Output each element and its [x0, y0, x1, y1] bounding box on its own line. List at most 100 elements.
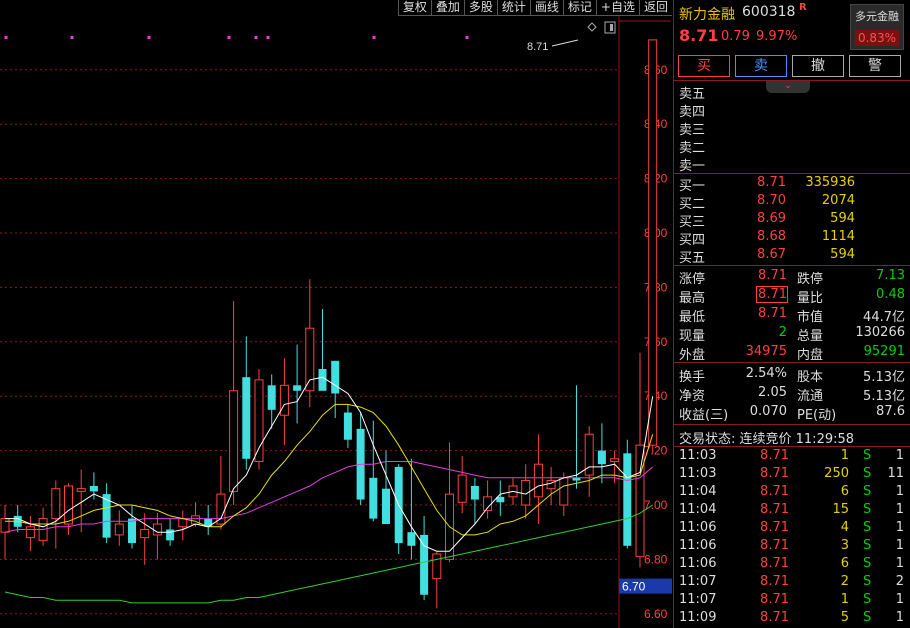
- stat-value: 44.7亿: [863, 310, 905, 325]
- sector-change-pct: 0.83%: [855, 30, 899, 46]
- tick-count: 1: [895, 520, 904, 535]
- tick-count: 1: [895, 484, 904, 499]
- stat-row: 换手 2.54% 股本 5.13亿: [679, 366, 907, 385]
- bid-row: 买四 8.68 1114: [679, 229, 907, 248]
- candle-body: [254, 379, 264, 462]
- toolbar-button-2[interactable]: 多股: [463, 0, 497, 16]
- ask-row: 卖一: [679, 155, 907, 174]
- bid-price: 8.71: [757, 175, 786, 190]
- bid-volume: 594: [830, 211, 855, 226]
- candle-body: [635, 444, 645, 558]
- tick-time: 11:06: [679, 538, 717, 553]
- stat-label: 最高: [679, 291, 706, 306]
- candle-body: [89, 485, 98, 492]
- ask-row: 卖三: [679, 119, 907, 138]
- tick-row: 11:09 8.71 5 S 1: [679, 610, 907, 628]
- tick-price: 8.71: [760, 466, 789, 481]
- kline-chart-area[interactable]: 8.608.408.208.007.807.607.407.207.006.80…: [0, 0, 672, 628]
- toolbar-button-1[interactable]: 叠加: [430, 0, 464, 16]
- panel-toggle-icon-bar: [610, 24, 613, 31]
- candle-body: [178, 518, 188, 528]
- candle-body: [623, 453, 632, 546]
- ask-row: 卖四: [679, 101, 907, 120]
- trade-buttons: 买 卖 撤 警: [678, 55, 901, 77]
- event-marker: [70, 36, 74, 39]
- candle-body: [420, 534, 429, 595]
- trade-status: 交易状态: 连续竞价 11:29:58: [679, 432, 855, 447]
- stat-value: 8.71: [756, 286, 788, 303]
- toolbar-button-7[interactable]: 返回: [638, 0, 672, 16]
- stat-value: 87.6: [876, 404, 905, 419]
- bid-label: 买一: [679, 179, 706, 194]
- bid-volume: 1114: [821, 229, 855, 244]
- stat-value: 5.13亿: [863, 370, 905, 385]
- stat-label: 内盘: [797, 348, 824, 363]
- stock-name[interactable]: 新力金融: [679, 4, 735, 24]
- last-price: 8.71: [679, 26, 719, 45]
- stat-label: 最低: [679, 310, 706, 325]
- tick-count: 1: [895, 448, 904, 463]
- stat-value: 0.48: [876, 287, 905, 302]
- stat-label: 收益(三): [679, 408, 729, 423]
- tick-price: 8.71: [760, 520, 789, 535]
- ask-label: 卖四: [679, 105, 706, 120]
- tick-time: 11:07: [679, 574, 717, 589]
- toolbar-button-3[interactable]: 统计: [496, 0, 530, 16]
- tick-time: 11:09: [679, 610, 717, 625]
- stat-value: 7.13: [876, 268, 905, 283]
- toolbar-button-4[interactable]: 画线: [529, 0, 563, 16]
- candle-body: [216, 493, 226, 525]
- stat-row: 外盘 34975 内盘 95291: [679, 344, 907, 363]
- y-tick-label: 6.60: [644, 607, 668, 621]
- candle-body: [331, 360, 340, 394]
- event-marker: [254, 36, 258, 39]
- bid-label: 买三: [679, 215, 706, 230]
- tick-count: 1: [895, 556, 904, 571]
- divider: [674, 424, 910, 425]
- toolbar-button-6[interactable]: +自选: [595, 0, 639, 16]
- toolbar-button-5[interactable]: 标记: [562, 0, 596, 16]
- tick-price: 8.71: [760, 502, 789, 517]
- stat-row: 净资 2.05 流通 5.13亿: [679, 385, 907, 404]
- candle-body: [533, 463, 543, 498]
- tick-time: 11:06: [679, 520, 717, 535]
- divider: [674, 446, 910, 447]
- candle-body: [432, 553, 442, 579]
- sell-button[interactable]: 卖: [735, 55, 787, 77]
- stat-label: 流通: [797, 389, 824, 404]
- margin-mark: R: [799, 2, 807, 13]
- bid-label: 买五: [679, 251, 706, 266]
- stat-label: 股本: [797, 370, 824, 385]
- candle-body: [382, 488, 390, 525]
- alert-button[interactable]: 警: [849, 55, 901, 77]
- ask-label: 卖三: [679, 123, 706, 138]
- candle-body: [279, 384, 289, 416]
- sector-box[interactable]: 多元金融 0.83%: [850, 4, 904, 50]
- event-marker: [465, 36, 469, 39]
- divider: [674, 265, 910, 266]
- stat-label: 市值: [797, 310, 824, 325]
- stat-label: PE(动): [797, 408, 837, 423]
- candle-body: [229, 390, 239, 492]
- sector-name: 多元金融: [855, 10, 899, 23]
- bid-row: 买一 8.71 335936: [679, 175, 907, 194]
- tick-count: 1: [895, 592, 904, 607]
- tick-price: 8.71: [760, 556, 789, 571]
- stat-label: 外盘: [679, 348, 706, 363]
- event-marker: [147, 36, 151, 39]
- event-marker: [372, 36, 376, 39]
- tick-side: S: [863, 520, 872, 535]
- bid-label: 买四: [679, 233, 706, 248]
- cancel-order-button[interactable]: 撤: [792, 55, 844, 77]
- tick-side: S: [863, 592, 872, 607]
- y-tick-label: 7.00: [644, 498, 668, 512]
- toolbar-button-0[interactable]: 复权: [397, 0, 431, 16]
- candle-body: [305, 327, 315, 392]
- ask-row: 卖二: [679, 137, 907, 156]
- tick-price: 8.71: [760, 610, 789, 625]
- buy-button[interactable]: 买: [678, 55, 730, 77]
- stat-row: 最高 8.71 量比 0.48: [679, 286, 907, 306]
- candle-body: [114, 523, 124, 536]
- tick-side: S: [863, 466, 872, 481]
- kline-chart[interactable]: 8.608.408.208.007.807.607.407.207.006.80…: [0, 0, 672, 628]
